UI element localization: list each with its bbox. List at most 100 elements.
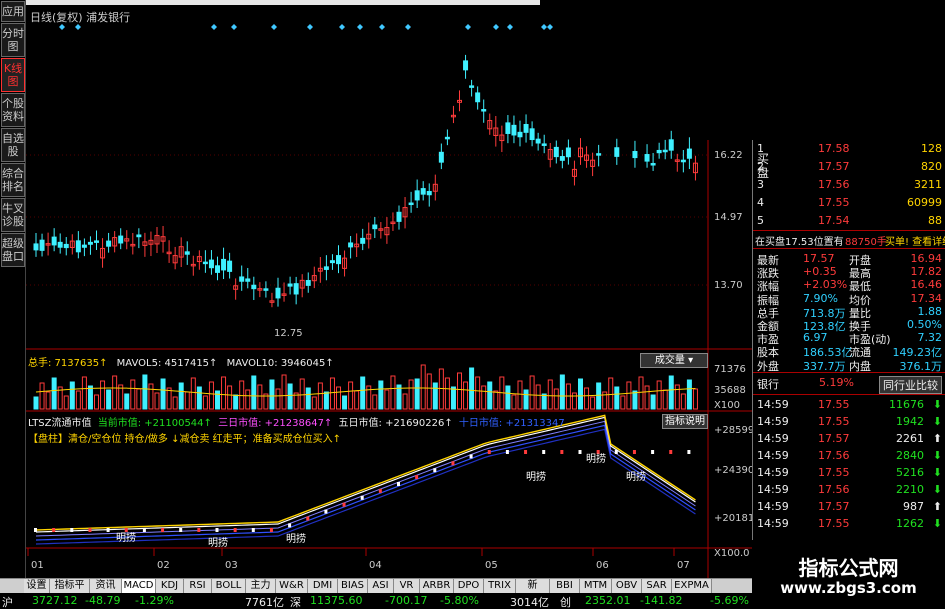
volume-bar — [269, 379, 275, 410]
indicator-bar — [197, 528, 201, 532]
toolbar-button-17[interactable]: BBI — [550, 579, 580, 593]
toolbar-button-0[interactable]: 设置 — [24, 579, 50, 593]
notice-link[interactable]: 买单! 查看详细 — [885, 233, 945, 248]
candle-body — [184, 251, 190, 255]
bid-row-2[interactable]: 2 17.57 820 — [753, 160, 945, 175]
toolbar-button-9[interactable]: DMI — [308, 579, 338, 593]
stat-value: 1.88 — [917, 304, 943, 318]
candle-body — [505, 122, 511, 134]
indicator-bar — [106, 528, 110, 532]
signal-diamond-row — [59, 24, 553, 30]
time-label: 06 — [596, 560, 609, 571]
quote-separator — [753, 372, 945, 373]
volume-bar — [408, 379, 414, 410]
candle-body — [118, 235, 124, 244]
toolbar-button-21[interactable]: EXPMA — [672, 579, 712, 593]
volume-bar — [124, 393, 130, 410]
indicator-5day: 五日市值: +21690226↑ — [338, 418, 453, 429]
toolbar-button-15[interactable]: TRIX — [484, 579, 516, 593]
left-tab-4[interactable]: 自选股 — [1, 128, 25, 162]
sh-change: -48.79 — [85, 594, 121, 607]
toolbar-button-16[interactable]: 新DMA — [516, 579, 550, 605]
volume-bar — [51, 377, 57, 410]
indicator-bar — [342, 502, 346, 507]
candle-body — [221, 258, 227, 271]
candle-body — [263, 288, 269, 291]
toolbar-button-6[interactable]: BOLL — [212, 579, 246, 593]
bid-row-3[interactable]: 3 17.56 3211 — [753, 178, 945, 193]
cy-index: 2352.01 — [585, 594, 631, 607]
candle-body — [39, 239, 45, 251]
toolbar-button-14[interactable]: DPO — [454, 579, 484, 593]
stat-value: 17.57 — [803, 252, 835, 265]
toolbar-button-13[interactable]: ARBR — [420, 579, 454, 593]
tick-volume: 2840 — [896, 449, 924, 462]
tick-time: 14:59 — [757, 398, 789, 411]
indicator-marker-text: 明捞 — [526, 470, 546, 483]
bid-row-5[interactable]: 5 17.54 88 — [753, 214, 945, 229]
tick-price: 17.57 — [818, 432, 850, 445]
kline-chart-area[interactable]: 12.75 16.2214.9713.70 7137635688X100 明捞明… — [26, 0, 752, 578]
volume-bar — [160, 378, 166, 410]
volume-bar — [69, 381, 75, 410]
toolbar-button-12[interactable]: VR — [394, 579, 420, 593]
tick-row: 14:59 17.55 11676 ⬇ — [753, 398, 945, 413]
volume-bar — [626, 381, 632, 410]
tick-time: 14:59 — [757, 432, 789, 445]
tick-volume: 11676 — [889, 398, 924, 411]
candle-body — [336, 255, 341, 265]
volume-bar — [529, 375, 535, 410]
order-notice[interactable]: 在买盘17.53位置有88750手买单! 查看详细 — [753, 233, 945, 248]
watermark-logo: 指标公式网 www.zbgs3.com — [752, 545, 945, 609]
toolbar-button-7[interactable]: 主力 — [246, 579, 276, 593]
signal-diamond — [59, 24, 65, 30]
toolbar-button-8[interactable]: W&R — [276, 579, 308, 593]
indicator-help-button[interactable]: 指标说明 — [662, 414, 708, 429]
volume-bar — [33, 396, 39, 410]
toolbar-button-18[interactable]: MTM — [580, 579, 612, 593]
left-tab-1[interactable]: 分时图 — [1, 23, 25, 57]
toolbar-button-20[interactable]: SAR — [642, 579, 672, 593]
volume-axis-2: 35688 — [714, 385, 746, 396]
tick-time: 14:59 — [757, 517, 789, 530]
bid-row-4[interactable]: 4 17.55 60999 — [753, 196, 945, 211]
volume-indicator-dropdown[interactable]: 成交量 ▾ — [640, 353, 708, 368]
left-tab-3[interactable]: 个股资料 — [1, 93, 25, 127]
indicator-bar — [415, 475, 419, 480]
volume-bar — [178, 382, 184, 410]
signal-diamond — [507, 24, 513, 30]
candle-body — [644, 154, 650, 162]
bid-row-1[interactable]: 1 17.58 128 — [753, 142, 945, 157]
toolbar-button-1[interactable]: 指标平台 — [50, 579, 90, 605]
indicator-bar — [161, 528, 165, 532]
left-tab-2[interactable]: K线图 — [1, 58, 25, 92]
toolbar-button-11[interactable]: ASI — [368, 579, 394, 593]
toolbar-button-4[interactable]: KDJ — [156, 579, 184, 593]
sector-row[interactable]: 银行 5.19% 同行业比较 — [753, 376, 945, 394]
stat-value: 17.82 — [910, 265, 943, 279]
left-tab-0[interactable]: 应用 — [1, 1, 25, 22]
candle-body — [215, 265, 220, 273]
volume-bar — [553, 388, 559, 410]
sector-pct: 5.19% — [819, 376, 854, 389]
time-label: 05 — [485, 560, 498, 571]
toolbar-button-3[interactable]: MACD — [122, 579, 156, 593]
tick-row: 14:59 17.57 987 ⬆ — [753, 500, 945, 515]
indicator-bar — [142, 528, 146, 532]
left-tab-6[interactable]: 牛叉诊股 — [1, 198, 25, 232]
left-tab-7[interactable]: 超级盘口 — [1, 233, 25, 267]
toolbar-button-2[interactable]: 资讯 — [90, 579, 122, 593]
toolbar-button-5[interactable]: RSI — [184, 579, 212, 593]
volume-bar — [457, 372, 462, 410]
volume-bar — [221, 376, 227, 410]
sh-amount: 7761亿 — [245, 596, 284, 609]
volume-bar — [39, 382, 45, 410]
left-tab-5[interactable]: 综合排名 — [1, 163, 25, 197]
tick-volume: 987 — [903, 500, 924, 513]
sector-compare-button[interactable]: 同行业比较 — [879, 376, 942, 394]
toolbar-button-10[interactable]: BIAS — [338, 579, 368, 593]
volume-bar — [354, 390, 360, 410]
toolbar-button-19[interactable]: OBV — [612, 579, 642, 593]
volume-bar — [372, 394, 378, 410]
volume-bar — [348, 381, 354, 410]
